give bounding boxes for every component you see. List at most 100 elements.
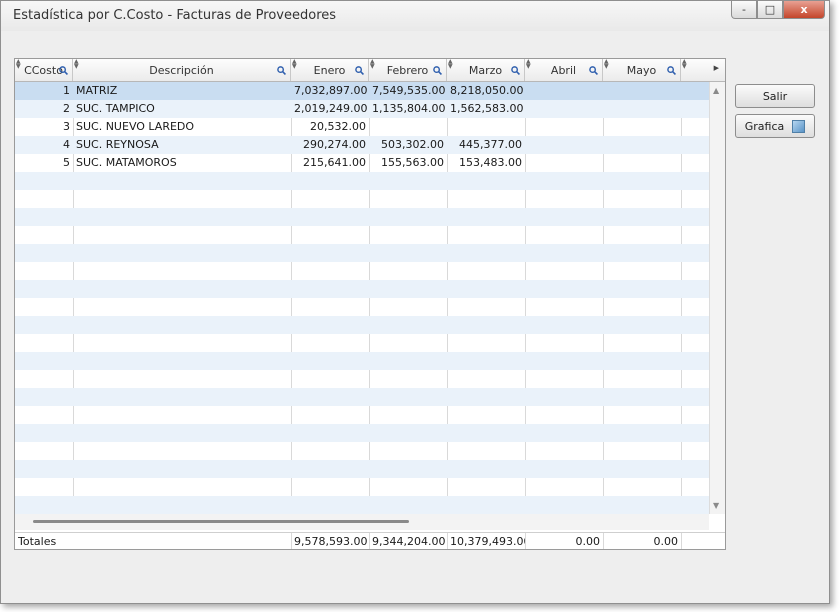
table-row[interactable]: 1 MATRIZ 7,032,897.00 7,549,535.00 8,218,050…	[15, 82, 709, 100]
table-row[interactable]	[15, 370, 709, 388]
cell-mayo[interactable]	[603, 82, 681, 100]
cell-febrero[interactable]: 7,549,535.00	[369, 82, 447, 100]
cell-descripcion[interactable]: MATRIZ	[73, 82, 291, 100]
cell-ccosto[interactable]: 2	[15, 100, 73, 118]
cell-marzo[interactable]: 153,483.00	[447, 154, 525, 172]
search-icon[interactable]	[433, 65, 443, 76]
column-header-ccosto[interactable]: ▲ ▼ CCosto	[15, 59, 73, 81]
column-header-mayo[interactable]: ▲ ▼ Mayo	[603, 59, 681, 81]
table-row[interactable]	[15, 406, 709, 424]
column-divider	[603, 533, 604, 549]
cell-marzo[interactable]: 1,562,583.00	[447, 100, 525, 118]
search-icon[interactable]	[589, 65, 599, 76]
table-row[interactable]: 5 SUC. MATAMOROS 215,641.00 155,563.00 153,4…	[15, 154, 709, 172]
cell-descripcion[interactable]: SUC. MATAMOROS	[73, 154, 291, 172]
salir-button[interactable]: Salir	[735, 84, 815, 108]
column-header-descripcion[interactable]: ▲ ▼ Descripción	[73, 59, 291, 81]
table-row[interactable]	[15, 172, 709, 190]
table-row[interactable]	[15, 298, 709, 316]
column-divider	[681, 533, 682, 549]
cell-marzo[interactable]	[447, 118, 525, 136]
total-mayo: 0.00	[653, 535, 679, 548]
cell-descripcion[interactable]: SUC. TAMPICO	[73, 100, 291, 118]
column-header-febrero[interactable]: ▲ ▼ Febrero	[369, 59, 447, 81]
table-row[interactable]	[15, 442, 709, 460]
cell-abril[interactable]	[525, 82, 603, 100]
grafica-label: Grafica	[744, 119, 785, 133]
cell-descripcion[interactable]: SUC. REYNOSA	[73, 136, 291, 154]
cell-febrero[interactable]: 503,302.00	[369, 136, 447, 154]
table-row[interactable]	[15, 460, 709, 478]
window-title: Estadística por C.Costo - Facturas de Pr…	[13, 8, 337, 23]
cell-ccosto[interactable]: 1	[15, 82, 73, 100]
horizontal-scrollbar[interactable]	[15, 514, 709, 530]
table-row[interactable]	[15, 244, 709, 262]
cell-ccosto[interactable]: 4	[15, 136, 73, 154]
cell-abril[interactable]	[525, 118, 603, 136]
cell-febrero[interactable]: 155,563.00	[369, 154, 447, 172]
column-header-enero[interactable]: ▲ ▼ Enero	[291, 59, 369, 81]
search-icon[interactable]	[277, 65, 287, 76]
cell-mayo[interactable]	[603, 100, 681, 118]
column-header-marzo[interactable]: ▲ ▼ Marzo	[447, 59, 525, 81]
table-row[interactable]	[15, 352, 709, 370]
cell-enero[interactable]: 20,532.00	[291, 118, 369, 136]
close-button[interactable]: x	[783, 1, 825, 19]
window-controls: - □ x	[731, 1, 825, 19]
cell-ccosto[interactable]: 5	[15, 154, 73, 172]
search-icon[interactable]	[59, 65, 69, 76]
cell-febrero[interactable]	[369, 118, 447, 136]
cell-abril[interactable]	[525, 100, 603, 118]
grid-body: 1 MATRIZ 7,032,897.00 7,549,535.00 8,218,050…	[15, 82, 709, 514]
sort-icon[interactable]: ▲ ▼	[682, 59, 687, 70]
minimize-button[interactable]: -	[731, 1, 757, 19]
table-row[interactable]: 4 SUC. REYNOSA 290,274.00 503,302.00 445,377…	[15, 136, 709, 154]
table-row[interactable]	[15, 496, 709, 514]
cell-enero[interactable]: 2,019,249.00	[291, 100, 369, 118]
scroll-up-icon[interactable]: ▲	[713, 86, 719, 95]
table-row[interactable]	[15, 190, 709, 208]
table-row[interactable]	[15, 280, 709, 298]
table-row[interactable]: 2 SUC. TAMPICO 2,019,249.00 1,135,804.00 1,5…	[15, 100, 709, 118]
table-row[interactable]: 3 SUC. NUEVO LAREDO 20,532.00	[15, 118, 709, 136]
table-row[interactable]	[15, 388, 709, 406]
data-grid[interactable]: ▲ ▼ CCosto ▲ ▼ Descripción ▲ ▼ Enero ▲ ▼ Febrero ▲ ▼ M…	[14, 58, 726, 550]
search-icon[interactable]	[355, 65, 365, 76]
table-row[interactable]	[15, 262, 709, 280]
table-row[interactable]	[15, 334, 709, 352]
cell-enero[interactable]: 7,032,897.00	[291, 82, 369, 100]
search-icon[interactable]	[667, 65, 677, 76]
table-row[interactable]	[15, 226, 709, 244]
cell-mayo[interactable]	[603, 118, 681, 136]
search-icon[interactable]	[511, 65, 521, 76]
cell-febrero[interactable]: 1,135,804.00	[369, 100, 447, 118]
total-febrero: 9,344,204.00	[372, 535, 446, 548]
table-row[interactable]	[15, 478, 709, 496]
cell-descripcion[interactable]: SUC. NUEVO LAREDO	[73, 118, 291, 136]
cell-abril[interactable]	[525, 154, 603, 172]
total-marzo: 10,379,493.00	[450, 535, 525, 548]
scroll-right-icon[interactable]: ▶	[714, 64, 719, 72]
column-header-overflow[interactable]: ▲ ▼ ▶	[681, 59, 725, 81]
cell-mayo[interactable]	[603, 154, 681, 172]
table-row[interactable]	[15, 424, 709, 442]
cell-enero[interactable]: 290,274.00	[291, 136, 369, 154]
cell-mayo[interactable]	[603, 136, 681, 154]
column-header-abril[interactable]: ▲ ▼ Abril	[525, 59, 603, 81]
title-bar: Estadística por C.Costo - Facturas de Pr…	[1, 1, 829, 31]
cell-ccosto[interactable]: 3	[15, 118, 73, 136]
cell-marzo[interactable]: 8,218,050.00	[447, 82, 525, 100]
cell-abril[interactable]	[525, 136, 603, 154]
horizontal-scroll-thumb[interactable]	[33, 520, 409, 523]
table-row[interactable]	[15, 208, 709, 226]
vertical-scrollbar[interactable]: ▲ ▼	[709, 82, 725, 514]
table-row[interactable]	[15, 316, 709, 334]
column-divider	[291, 533, 292, 549]
cell-marzo[interactable]: 445,377.00	[447, 136, 525, 154]
scroll-down-icon[interactable]: ▼	[713, 501, 719, 510]
cell-enero[interactable]: 215,641.00	[291, 154, 369, 172]
grid-header: ▲ ▼ CCosto ▲ ▼ Descripción ▲ ▼ Enero ▲ ▼ Febrero ▲ ▼ M…	[15, 59, 725, 82]
maximize-button[interactable]: □	[757, 1, 783, 19]
total-enero: 9,578,593.00	[294, 535, 368, 548]
grafica-button[interactable]: Grafica	[735, 114, 815, 138]
